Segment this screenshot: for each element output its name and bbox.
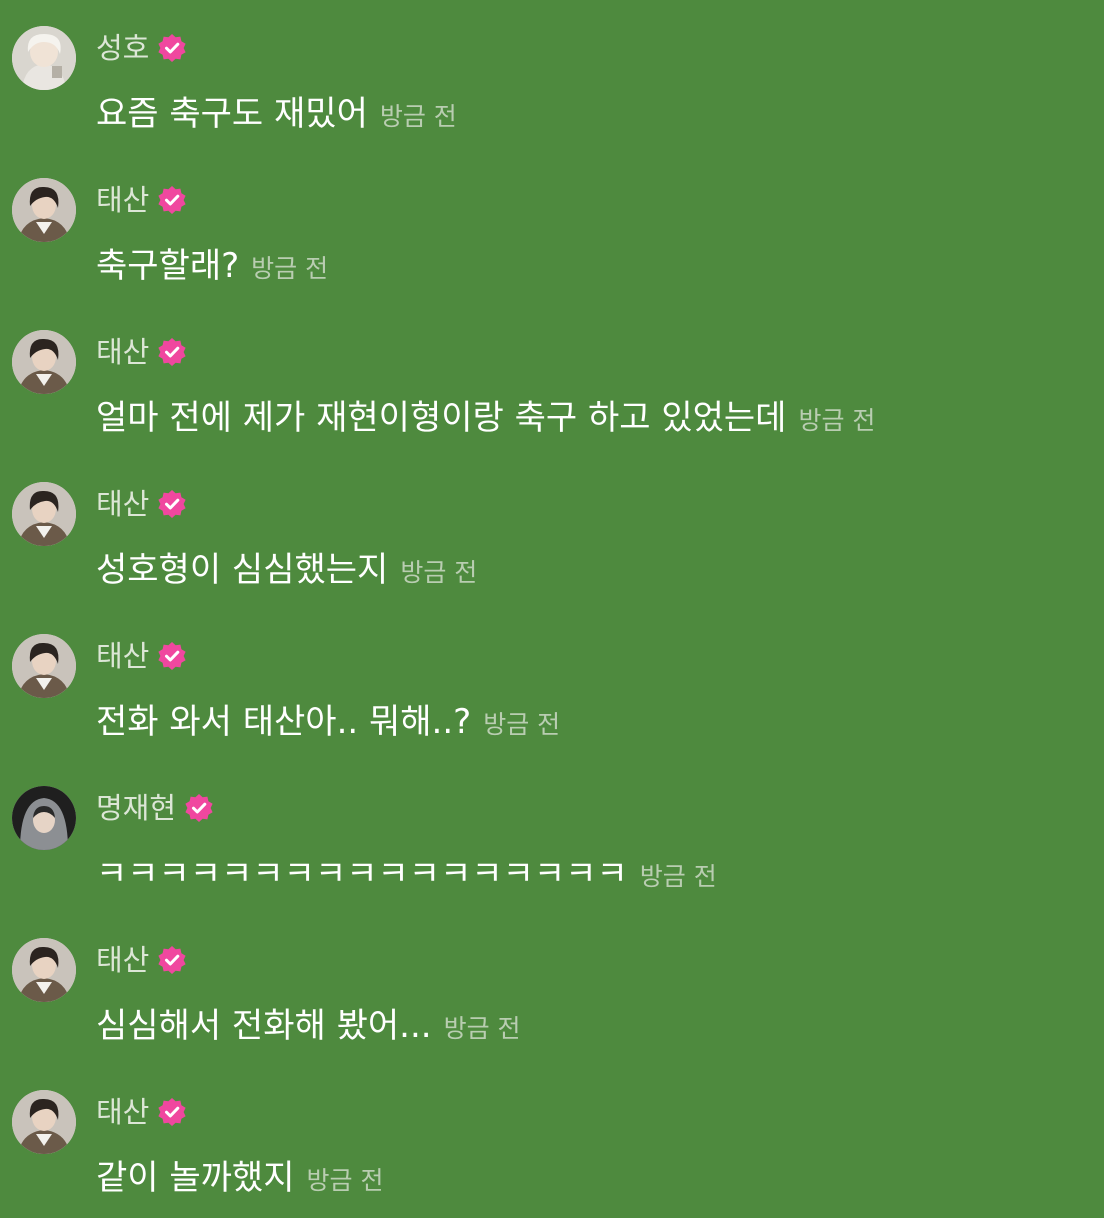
sender-name[interactable]: 태산 <box>96 178 149 222</box>
verified-badge-icon <box>157 33 187 63</box>
sender-row: 태산 <box>96 482 187 526</box>
sender-row: 태산 <box>96 938 187 982</box>
chat-message[interactable]: 명재현 ㅋㅋㅋㅋㅋㅋㅋㅋㅋㅋㅋㅋㅋㅋㅋㅋㅋ 방금 전 <box>0 774 1104 914</box>
message-timestamp: 방금 전 <box>251 254 329 283</box>
message-timestamp: 방금 전 <box>639 862 717 891</box>
chat-message[interactable]: 태산심심해서 전화해 봤어... 방금 전 <box>0 926 1104 1066</box>
sender-name[interactable]: 명재현 <box>96 786 176 830</box>
message-text: 같이 놀까했지 <box>96 1158 295 1198</box>
avatar[interactable] <box>12 178 76 242</box>
verified-badge-icon <box>184 793 214 823</box>
message-text: 성호형이 심심했는지 <box>96 550 389 590</box>
chat-message[interactable]: 태산같이 놀까했지 방금 전 <box>0 1078 1104 1218</box>
verified-badge-icon <box>157 337 187 367</box>
avatar[interactable] <box>12 330 76 394</box>
message-text: 요즘 축구도 재밌어 <box>96 94 368 134</box>
message-body: 전화 와서 태산아.. 뭐해..? 방금 전 <box>96 694 560 750</box>
sender-name[interactable]: 태산 <box>96 1090 149 1134</box>
sender-name[interactable]: 성호 <box>96 26 149 70</box>
avatar[interactable] <box>12 1090 76 1154</box>
verified-badge-icon <box>157 489 187 519</box>
chat-message[interactable]: 태산얼마 전에 제가 재현이형이랑 축구 하고 있었는데 방금 전 <box>0 318 1104 458</box>
chat-message[interactable]: 태산축구할래? 방금 전 <box>0 166 1104 306</box>
sender-row: 태산 <box>96 330 187 374</box>
message-body: ㅋㅋㅋㅋㅋㅋㅋㅋㅋㅋㅋㅋㅋㅋㅋㅋㅋ 방금 전 <box>96 846 717 902</box>
message-text: 심심해서 전화해 봤어... <box>96 1006 432 1046</box>
sender-row: 명재현 <box>96 786 214 830</box>
message-body: 얼마 전에 제가 재현이형이랑 축구 하고 있었는데 방금 전 <box>96 390 875 446</box>
message-body: 요즘 축구도 재밌어 방금 전 <box>96 86 457 142</box>
sender-row: 태산 <box>96 634 187 678</box>
avatar[interactable] <box>12 482 76 546</box>
message-timestamp: 방금 전 <box>483 710 561 739</box>
message-text: 얼마 전에 제가 재현이형이랑 축구 하고 있었는데 <box>96 398 787 438</box>
chat-message[interactable]: 태산전화 와서 태산아.. 뭐해..? 방금 전 <box>0 622 1104 762</box>
message-body: 축구할래? 방금 전 <box>96 238 328 294</box>
sender-row: 성호 <box>96 26 187 70</box>
chat-message[interactable]: 태산성호형이 심심했는지 방금 전 <box>0 470 1104 610</box>
message-body: 같이 놀까했지 방금 전 <box>96 1150 383 1206</box>
sender-name[interactable]: 태산 <box>96 938 149 982</box>
avatar[interactable] <box>12 634 76 698</box>
sender-row: 태산 <box>96 1090 187 1134</box>
message-timestamp: 방금 전 <box>798 406 876 435</box>
message-body: 심심해서 전화해 봤어... 방금 전 <box>96 998 521 1054</box>
message-timestamp: 방금 전 <box>379 102 457 131</box>
sender-name[interactable]: 태산 <box>96 634 149 678</box>
message-text: 축구할래? <box>96 246 240 286</box>
verified-badge-icon <box>157 1097 187 1127</box>
avatar[interactable] <box>12 938 76 1002</box>
message-timestamp: 방금 전 <box>400 558 478 587</box>
sender-name[interactable]: 태산 <box>96 482 149 526</box>
chat-message[interactable]: 성호요즘 축구도 재밌어 방금 전 <box>0 14 1104 154</box>
chat-message-list: 성호 요즘 축구도 재밌어 방금 전 태산 축구할래? 방금 전 태산 얼마 전에 제가 재현… <box>0 0 1104 1200</box>
message-text: 전화 와서 태산아.. 뭐해..? <box>96 702 472 742</box>
avatar[interactable] <box>12 26 76 90</box>
message-timestamp: 방금 전 <box>306 1166 384 1195</box>
message-body: 성호형이 심심했는지 방금 전 <box>96 542 477 598</box>
verified-badge-icon <box>157 641 187 671</box>
verified-badge-icon <box>157 945 187 975</box>
message-timestamp: 방금 전 <box>443 1014 521 1043</box>
message-text: ㅋㅋㅋㅋㅋㅋㅋㅋㅋㅋㅋㅋㅋㅋㅋㅋㅋ <box>96 854 628 894</box>
sender-name[interactable]: 태산 <box>96 330 149 374</box>
verified-badge-icon <box>157 185 187 215</box>
avatar[interactable] <box>12 786 76 850</box>
sender-row: 태산 <box>96 178 187 222</box>
